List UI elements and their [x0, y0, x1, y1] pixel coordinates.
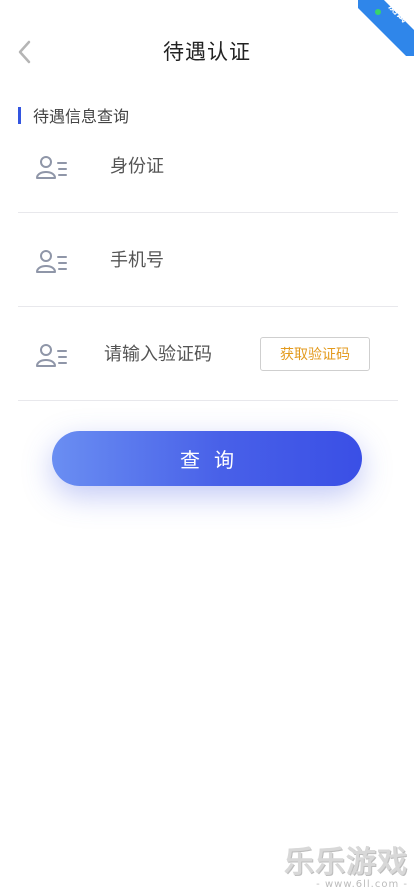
test-corner-badge: 测试: [358, 0, 414, 56]
user-list-icon: [36, 344, 67, 367]
phone-input[interactable]: [110, 246, 260, 274]
phone-row: [18, 213, 398, 307]
bug-icon: [375, 9, 381, 15]
get-code-button[interactable]: 获取验证码: [260, 337, 370, 371]
verification-code-input[interactable]: [104, 340, 244, 368]
query-button[interactable]: 查询: [52, 431, 362, 486]
header: 待遇认证 测试: [0, 0, 414, 100]
id-card-row: [18, 119, 398, 213]
page-title: 待遇认证: [163, 40, 251, 64]
user-list-icon: [36, 156, 67, 179]
screen: 待遇认证 测试 待遇信息查询 身份证 手机号 请输入验证码 获取验证码 查询 乐…: [0, 0, 414, 896]
id-card-input[interactable]: [110, 152, 260, 180]
verification-code-row: 获取验证码: [18, 307, 398, 401]
watermark-logo: 乐乐游戏: [284, 845, 408, 880]
watermark: 乐乐游戏 - www.6ll.com -: [284, 837, 408, 890]
user-list-icon: [36, 250, 67, 273]
